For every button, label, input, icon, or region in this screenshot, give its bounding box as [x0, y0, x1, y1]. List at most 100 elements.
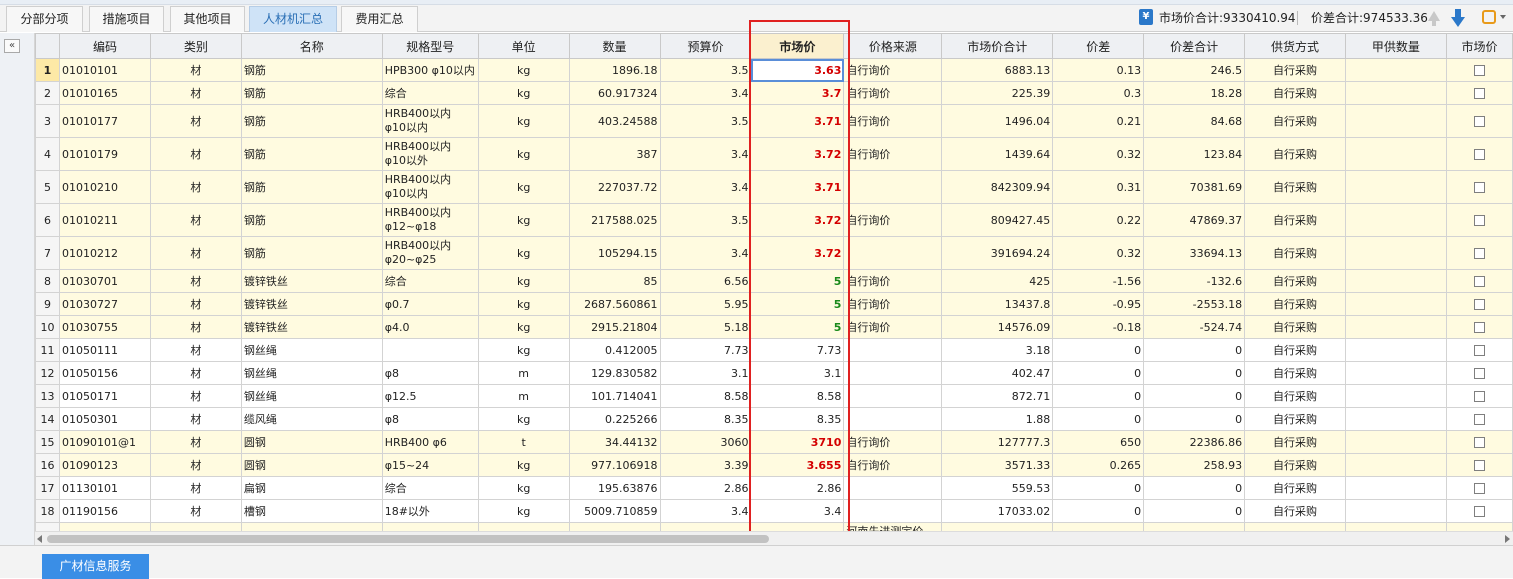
collapse-left-icon[interactable]: «: [4, 39, 20, 53]
header-market-price-lock[interactable]: 市场价: [1445, 33, 1513, 59]
cell-price-source[interactable]: [843, 361, 943, 385]
row-index[interactable]: 18: [35, 499, 60, 523]
table-row[interactable]: 9 01030727 材镀锌铁丝 φ0.7 kg 2687.560861 5.95 5 自行询价…: [35, 292, 1513, 316]
cell-market-price[interactable]: 3710: [750, 430, 845, 454]
cell-price-source[interactable]: 自行询价: [843, 430, 943, 454]
cell-market-price[interactable]: 3.4: [750, 499, 845, 523]
cell-supply-method[interactable]: 自行采购: [1244, 236, 1346, 270]
guangcai-info-service-button[interactable]: 广材信息服务: [42, 554, 149, 579]
cell-supply-method[interactable]: 自行采购: [1244, 453, 1346, 477]
row-index[interactable]: 13: [35, 384, 60, 408]
cell-owner-supply-qty[interactable]: [1344, 338, 1447, 362]
cell-market-price[interactable]: 8.58: [750, 384, 845, 408]
cell-market-price[interactable]: 3.655: [750, 453, 845, 477]
cell-price-source[interactable]: 自行询价: [843, 104, 943, 138]
cell-market-price[interactable]: 3.72: [750, 137, 845, 171]
cell-market-price[interactable]: 3.71: [750, 104, 845, 138]
cell-market-price[interactable]: 3.72: [750, 203, 845, 237]
cell-supply-method[interactable]: 自行采购: [1244, 58, 1346, 82]
cell-market-price[interactable]: 5: [750, 292, 845, 316]
lock-checkbox[interactable]: [1473, 506, 1485, 517]
cell-owner-supply-qty[interactable]: [1344, 81, 1447, 105]
cell-owner-supply-qty[interactable]: [1344, 315, 1447, 339]
row-index[interactable]: 3: [35, 104, 60, 138]
chevron-down-icon[interactable]: [1500, 15, 1506, 19]
cell-market-price[interactable]: 5: [750, 315, 845, 339]
row-index[interactable]: 8: [35, 269, 60, 293]
row-index[interactable]: 7: [35, 236, 60, 270]
tab-cuoshixiangmu[interactable]: 措施项目: [89, 6, 164, 32]
cell-price-source[interactable]: [843, 236, 943, 270]
table-row[interactable]: 13 01050171 材钢丝绳 φ12.5 m 101.714041 8.58 8.58 87…: [35, 384, 1513, 408]
cell-supply-method[interactable]: 自行采购: [1244, 269, 1346, 293]
lock-checkbox[interactable]: [1473, 414, 1485, 425]
row-index[interactable]: 11: [35, 338, 60, 362]
row-index[interactable]: 4: [35, 137, 60, 171]
cell-price-source[interactable]: 自行询价: [843, 137, 943, 171]
lock-checkbox[interactable]: [1473, 149, 1485, 160]
cell-owner-supply-qty[interactable]: [1344, 203, 1447, 237]
cell-owner-supply-qty[interactable]: [1344, 361, 1447, 385]
header-category[interactable]: 类别: [149, 33, 242, 59]
table-row-partial[interactable]: 河南先进测定价: [35, 522, 1513, 531]
cell-owner-supply-qty[interactable]: [1344, 476, 1447, 500]
cell-price-source[interactable]: 自行询价: [843, 292, 943, 316]
scroll-right-icon[interactable]: [1505, 535, 1510, 543]
table-row[interactable]: 8 01030701 材镀锌铁丝 综合 kg 85 6.56 5 自行询价 425 -1.56 -13…: [35, 269, 1513, 293]
cell-price-source[interactable]: 自行询价: [843, 453, 943, 477]
table-row[interactable]: 15 01090101@1 材圆钢 HRB400 φ6 t 34.44132 3060 371…: [35, 430, 1513, 454]
table-row[interactable]: 4 01010179 材钢筋 HRB400以内 φ10以外 kg 387 3.4 3.72 自行…: [35, 137, 1513, 171]
table-row[interactable]: 7 01010212 材钢筋 HRB400以内 φ20~φ25 kg 105294.15 3…: [35, 236, 1513, 270]
header-budget-price[interactable]: 预算价: [659, 33, 752, 59]
cell-price-source[interactable]: [843, 338, 943, 362]
cell-price-source[interactable]: [843, 170, 943, 204]
table-row[interactable]: 1 01010101 材钢筋 HPB300 φ10以内 kg 1896.18 3.5 3.63…: [35, 58, 1513, 82]
cell-supply-method[interactable]: 自行采购: [1244, 170, 1346, 204]
header-code[interactable]: 编码: [58, 33, 151, 59]
table-row[interactable]: 16 01090123 材圆钢 φ15~24 kg 977.106918 3.39 3.655…: [35, 453, 1513, 477]
cell-supply-method[interactable]: 自行采购: [1244, 476, 1346, 500]
cell-price-source[interactable]: 自行询价: [843, 58, 943, 82]
cell-owner-supply-qty[interactable]: [1344, 137, 1447, 171]
cell-owner-supply-qty[interactable]: [1344, 384, 1447, 408]
table-row[interactable]: 3 01010177 材钢筋 HRB400以内 φ10以内 kg 403.24588 3.5…: [35, 104, 1513, 138]
lock-checkbox[interactable]: [1473, 483, 1485, 494]
cell-price-source[interactable]: 自行询价: [843, 81, 943, 105]
lock-checkbox[interactable]: [1473, 345, 1485, 356]
lock-checkbox[interactable]: [1473, 391, 1485, 402]
cell-owner-supply-qty[interactable]: [1344, 407, 1447, 431]
cell-owner-supply-qty[interactable]: [1344, 104, 1447, 138]
table-row[interactable]: 10 01030755 材镀锌铁丝 φ4.0 kg 2915.21804 5.18 5 自行询价…: [35, 315, 1513, 339]
tab-qitaxiangmu[interactable]: 其他项目: [170, 6, 245, 32]
table-row[interactable]: 14 01050301 材缆风绳 φ8 kg 0.225266 8.35 8.35 1.88 0 0…: [35, 407, 1513, 431]
row-index[interactable]: 2: [35, 81, 60, 105]
cell-market-price[interactable]: 8.35: [750, 407, 845, 431]
lock-checkbox[interactable]: [1473, 248, 1485, 259]
cell-supply-method[interactable]: 自行采购: [1244, 384, 1346, 408]
table-row[interactable]: 12 01050156 材钢丝绳 φ8 m 129.830582 3.1 3.1 402.47 0…: [35, 361, 1513, 385]
row-index[interactable]: 15: [35, 430, 60, 454]
header-market-price[interactable]: 市场价: [750, 33, 845, 59]
tab-fenbufenxiang[interactable]: 分部分项: [6, 6, 83, 32]
cell-supply-method[interactable]: 自行采购: [1244, 137, 1346, 171]
arrow-down-icon[interactable]: [1451, 17, 1465, 27]
cell-owner-supply-qty[interactable]: [1344, 58, 1447, 82]
header-owner-supply-qty[interactable]: 甲供数量: [1344, 33, 1447, 59]
cell-owner-supply-qty[interactable]: [1344, 292, 1447, 316]
cell-supply-method[interactable]: 自行采购: [1244, 407, 1346, 431]
cell-supply-method[interactable]: 自行采购: [1244, 292, 1346, 316]
lock-checkbox[interactable]: [1473, 65, 1485, 76]
cell-supply-method[interactable]: 自行采购: [1244, 81, 1346, 105]
cell-supply-method[interactable]: 自行采购: [1244, 338, 1346, 362]
tab-feiyong-huizong[interactable]: 费用汇总: [341, 6, 418, 32]
cell-price-source[interactable]: 自行询价: [843, 203, 943, 237]
cell-supply-method[interactable]: 自行采购: [1244, 203, 1346, 237]
row-index[interactable]: 1: [35, 58, 60, 82]
lock-checkbox[interactable]: [1473, 182, 1485, 193]
lock-checkbox[interactable]: [1473, 299, 1485, 310]
cell-owner-supply-qty[interactable]: [1344, 430, 1447, 454]
lock-checkbox[interactable]: [1473, 116, 1485, 127]
cell-supply-method[interactable]: 自行采购: [1244, 499, 1346, 523]
header-name[interactable]: 名称: [240, 33, 383, 59]
cell-price-source[interactable]: [843, 476, 943, 500]
